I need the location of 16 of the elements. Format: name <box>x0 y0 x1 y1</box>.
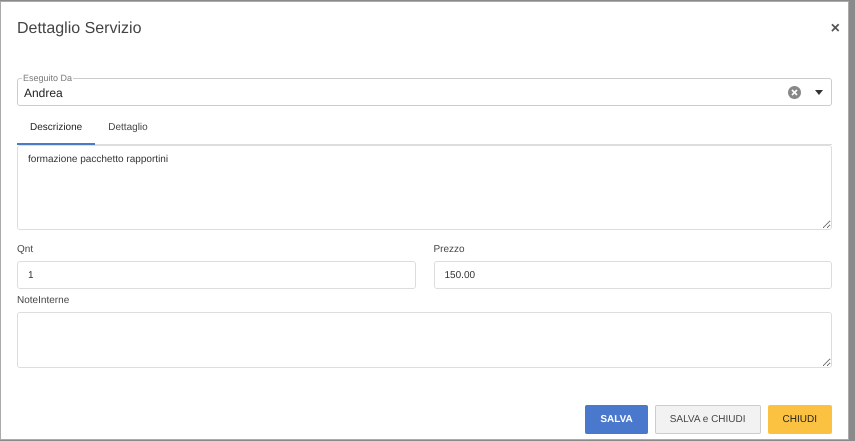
tab[interactable]: Dettaglio <box>95 111 161 145</box>
qty-input[interactable]: 1 <box>17 261 416 289</box>
caret-icon[interactable] <box>815 90 823 94</box>
dialog-title: Dettaglio Servizio <box>17 20 142 38</box>
action-button[interactable]: SALVA <box>585 405 648 434</box>
description-textarea[interactable]: formazione pacchetto rapportini <box>17 145 832 230</box>
clear-icon[interactable] <box>788 86 801 98</box>
action-button[interactable]: SALVA e CHIUDI <box>654 405 761 434</box>
field-label: Eseguito Da <box>22 72 74 84</box>
select-value: Andrea <box>24 86 64 100</box>
notes-label: NoteInterne <box>17 295 70 306</box>
qty-label: Qnt <box>17 244 34 255</box>
close-button[interactable]: × <box>828 20 842 38</box>
action-button[interactable]: CHIUDI <box>768 405 832 434</box>
price-input[interactable]: 150.00 <box>434 261 832 289</box>
price-label: Prezzo <box>434 244 465 255</box>
